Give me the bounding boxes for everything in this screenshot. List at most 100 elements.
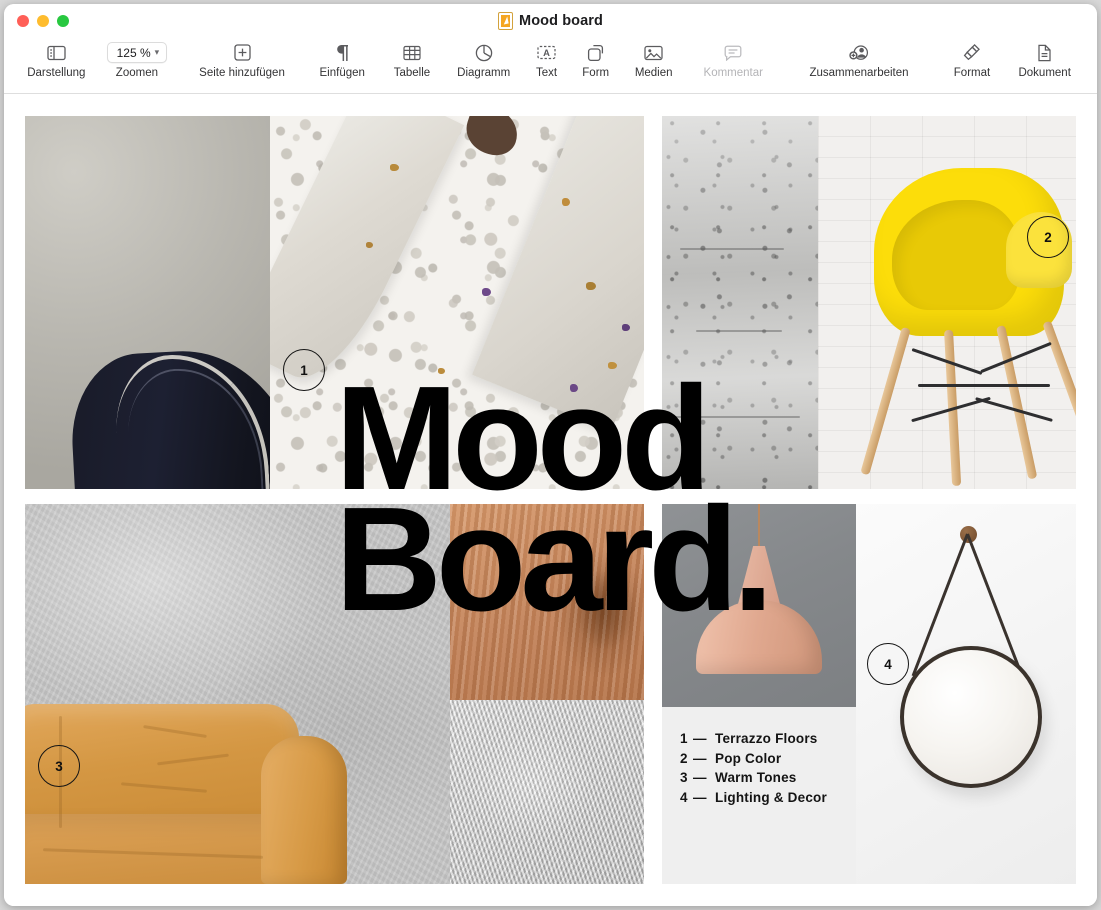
lamp-cord	[758, 504, 760, 548]
chair-leg	[996, 325, 1038, 480]
chair-leg	[860, 326, 911, 476]
legend-label: Terrazzo Floors	[715, 731, 818, 746]
sidebar-icon	[47, 41, 66, 64]
callout-3-warm-tones[interactable]: 3	[38, 745, 80, 787]
toolbar-button-text[interactable]: A Text	[523, 39, 570, 79]
text-box-icon: A	[537, 41, 556, 64]
image-round-mirror[interactable]	[856, 504, 1076, 884]
callout-number: 1	[300, 362, 308, 378]
legend-dash: —	[693, 770, 707, 786]
toolbar-label-einfuegen: Einfügen	[319, 67, 365, 79]
legend-number: 4	[680, 789, 688, 805]
legend-row: 3 — Warm Tones	[680, 768, 827, 788]
terrazzo-fleck	[608, 362, 617, 369]
terrazzo-fleck	[438, 368, 445, 374]
callout-4-lighting-decor[interactable]: 4	[867, 643, 909, 685]
toolbar-button-dokument[interactable]: Dokument	[1006, 39, 1083, 79]
toolbar-label-kommentar: Kommentar	[703, 67, 763, 79]
image-wood-grain[interactable]	[450, 504, 644, 700]
toolbar-button-darstellung[interactable]: Darstellung	[18, 39, 95, 79]
plus-box-icon	[233, 41, 251, 64]
chevron-down-icon: ▾	[154, 47, 160, 57]
chair-wire	[980, 341, 1052, 374]
chair-wire	[918, 384, 1050, 387]
toolbar-button-zusammenarbeiten[interactable]: Zusammenarbeiten	[780, 39, 937, 79]
zoom-pill[interactable]: 125 % ▾	[106, 42, 168, 63]
legend-label: Warm Tones	[715, 770, 797, 786]
terrazzo-fleck	[586, 282, 596, 290]
add-person-icon	[848, 41, 870, 64]
zoom-value: 125 %	[116, 45, 151, 60]
toolbar-label-text: Text	[536, 67, 558, 79]
legend-number: 2	[680, 750, 688, 766]
toolbar-button-format[interactable]: Format	[938, 39, 1007, 79]
pie-chart-icon	[475, 41, 493, 64]
legend-number: 1	[680, 731, 688, 746]
image-yellow-chair[interactable]	[818, 116, 1076, 489]
terrazzo-slab-right	[472, 116, 644, 431]
window-title: Mood board	[519, 13, 603, 29]
toolbar-label-zoomen: Zoomen	[115, 67, 158, 79]
terrazzo-fleck	[390, 164, 399, 171]
document-canvas[interactable]: 1 — Terrazzo Floors 2 — Pop Color 3 — Wa…	[4, 94, 1097, 906]
svg-text:A: A	[543, 47, 550, 58]
toolbar-label-tabelle: Tabelle	[393, 67, 431, 79]
legend-number: 3	[680, 770, 688, 786]
table-icon	[403, 41, 421, 64]
toolbar-label-darstellung: Darstellung	[27, 67, 86, 79]
toolbar-button-diagramm[interactable]: Diagramm	[444, 39, 523, 79]
terrazzo-fleck	[622, 324, 630, 331]
callout-2-pop-color[interactable]: 2	[1027, 216, 1069, 258]
toolbar-button-seite-hinzufuegen[interactable]: Seite hinzufügen	[179, 39, 305, 79]
keynote-document-icon	[498, 12, 514, 30]
mirror-glass	[900, 646, 1042, 788]
pilcrow-icon	[335, 41, 350, 64]
image-concrete[interactable]	[662, 116, 818, 489]
terrazzo-dark-chip	[460, 116, 524, 161]
lamp-shade	[696, 600, 822, 674]
image-fur-rug[interactable]	[450, 700, 644, 884]
callout-number: 2	[1044, 229, 1052, 245]
legend-label: Pop Color	[715, 750, 782, 766]
callout-number: 3	[55, 758, 63, 774]
legend-row: 4 — Lighting & Decor	[680, 788, 827, 808]
terrazzo-fleck	[366, 242, 373, 248]
comment-icon	[724, 41, 742, 64]
slide-page[interactable]: 1 — Terrazzo Floors 2 — Pop Color 3 — Wa…	[25, 116, 1076, 884]
app-window: Mood board Darstellung 125 % ▾ Zoomen Se…	[4, 4, 1097, 906]
legend-dash: —	[693, 750, 707, 766]
toolbar-label-seite-hinzufuegen: Seite hinzufügen	[199, 67, 285, 79]
image-pendant-lamp[interactable]	[662, 504, 856, 707]
legend-row: 1 — Terrazzo Floors	[680, 729, 827, 749]
window-title-group: Mood board	[4, 12, 1097, 30]
toolbar-label-zusammenarbeiten: Zusammenarbeiten	[809, 67, 909, 79]
document-icon	[1037, 41, 1052, 64]
toolbar-button-einfuegen[interactable]: Einfügen	[305, 39, 380, 79]
callout-number: 4	[884, 656, 892, 672]
concrete-scuff	[668, 416, 800, 418]
terrazzo-fleck	[482, 288, 491, 296]
image-terrazzo[interactable]	[270, 116, 644, 489]
toolbar-button-form[interactable]: Form	[570, 39, 621, 79]
legend-row: 2 — Pop Color	[680, 749, 827, 769]
terrazzo-fleck	[562, 198, 570, 206]
photo-icon	[644, 41, 663, 64]
lamp-and-legend-panel[interactable]: 1 — Terrazzo Floors 2 — Pop Color 3 — Wa…	[662, 504, 856, 884]
paintbrush-icon	[962, 41, 981, 64]
toolbar-button-medien[interactable]: Medien	[621, 39, 686, 79]
zoom-dropdown[interactable]: 125 % ▾	[106, 41, 168, 64]
terrazzo-fleck	[570, 384, 578, 392]
sofa-armrest	[261, 736, 347, 884]
image-dark-chair[interactable]	[25, 116, 270, 489]
lamp-neck	[738, 546, 780, 604]
toolbar-button-kommentar[interactable]: Kommentar	[686, 39, 780, 79]
shapes-icon	[587, 41, 605, 64]
toolbar-label-dokument: Dokument	[1018, 67, 1071, 79]
callout-1-terrazzo[interactable]: 1	[283, 349, 325, 391]
legend-list: 1 — Terrazzo Floors 2 — Pop Color 3 — Wa…	[680, 729, 827, 807]
image-tan-sofa[interactable]	[25, 504, 450, 884]
toolbar-label-form: Form	[582, 67, 610, 79]
toolbar-zoom-control[interactable]: 125 % ▾ Zoomen	[95, 39, 180, 79]
toolbar-label-medien: Medien	[634, 67, 673, 79]
toolbar-button-tabelle[interactable]: Tabelle	[380, 39, 445, 79]
